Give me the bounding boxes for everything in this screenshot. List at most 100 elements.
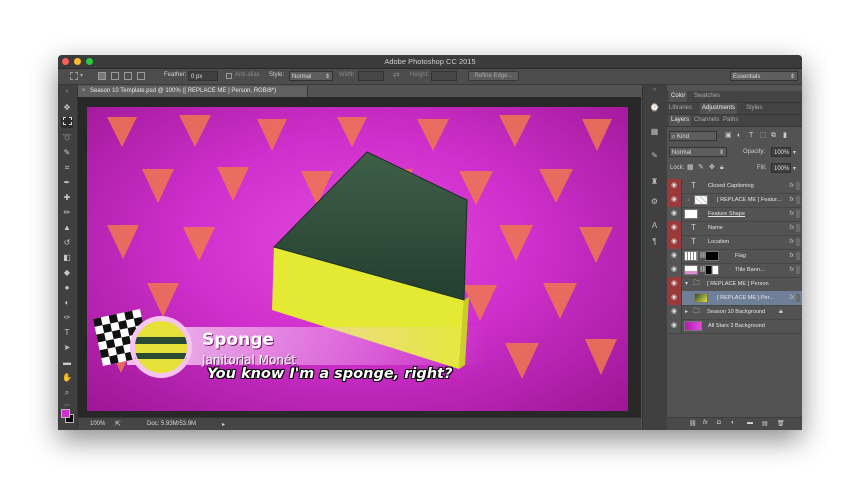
visibility-eye-icon[interactable]: ◉ (667, 291, 682, 305)
crop-tool-icon[interactable]: ⌗ (61, 162, 73, 173)
layer-name[interactable]: Closed Captioning (708, 179, 754, 193)
visibility-eye-icon[interactable]: ◉ (667, 249, 682, 263)
new-adjustment-layer-icon[interactable]: ◐ (731, 420, 735, 426)
lock-position-icon[interactable]: ✥ (709, 161, 715, 175)
chevron-down-icon[interactable]: ▾ (685, 277, 688, 291)
width-input[interactable] (358, 71, 384, 81)
paint-bucket-tool-icon[interactable]: ◆ (61, 267, 73, 278)
canvas[interactable]: Sponge Janitorial Monét You know I'm a s… (87, 107, 628, 411)
layer-group-row[interactable]: ◉ ▸ 🗀︎ Season 10 Background 🔒︎ (667, 305, 802, 320)
history-panel-icon[interactable]: ⌚ (648, 103, 661, 114)
height-input[interactable] (431, 71, 457, 81)
marquee-tool-preset-icon[interactable] (70, 72, 78, 80)
tool-presets-icon[interactable]: ⚙ (648, 197, 661, 208)
add-layer-style-icon[interactable]: fx (703, 420, 708, 426)
new-layer-icon[interactable]: ▤ (762, 420, 768, 427)
chevron-down-icon[interactable]: ▾ (793, 165, 796, 172)
share-icon[interactable]: ⇱ (115, 420, 121, 428)
expand-effects-icon[interactable] (796, 182, 800, 190)
tab-adjustments[interactable]: Adjustments (700, 103, 738, 114)
pixel-filter-icon[interactable]: ▣ (725, 129, 732, 143)
smart-object-filter-icon[interactable]: ⧉ (771, 129, 776, 143)
dodge-tool-icon[interactable]: ◐ (61, 297, 73, 308)
expand-effects-icon[interactable] (796, 252, 800, 260)
brush-panel-icon[interactable]: ✎ (648, 151, 661, 162)
new-selection-icon[interactable] (98, 72, 106, 80)
clone-stamp-tool-icon[interactable]: ▲ (61, 222, 73, 233)
expand-effects-icon[interactable] (796, 210, 800, 218)
delete-layer-icon[interactable]: 🗑︎ (777, 420, 785, 427)
visibility-eye-icon[interactable]: ◉ (667, 207, 682, 221)
shape-tool-icon[interactable]: ▬ (61, 357, 73, 368)
tab-paths[interactable]: Paths (723, 117, 738, 123)
expand-effects-icon[interactable] (796, 294, 800, 302)
intersect-selection-icon[interactable] (137, 72, 145, 80)
antialias-checkbox[interactable] (226, 73, 232, 79)
lasso-tool-icon[interactable]: ➰ (61, 132, 73, 143)
collapse-arrows-icon[interactable]: « (648, 87, 661, 98)
adjustment-filter-icon[interactable]: ◐ (737, 129, 741, 143)
blur-tool-icon[interactable]: ● (61, 282, 73, 293)
workspace-select[interactable]: Essentials ⇕ (730, 71, 798, 81)
link-layers-icon[interactable]: ⛓ (689, 420, 697, 427)
layer-effects-icon[interactable]: fx (789, 207, 794, 221)
document-area[interactable]: Sponge Janitorial Monét You know I'm a s… (78, 97, 641, 417)
healing-brush-tool-icon[interactable]: ✚ (61, 192, 73, 203)
visibility-eye-icon[interactable]: ◉ (667, 319, 682, 333)
layer-row[interactable]: ◉ All Stars 3 Background (667, 319, 802, 334)
paragraph-panel-icon[interactable]: ¶ (648, 237, 661, 248)
close-icon[interactable]: × (82, 86, 86, 97)
layer-name[interactable]: [ REPLACE ME ] Person (707, 277, 769, 291)
layer-name[interactable]: Location (708, 235, 729, 249)
layer-name[interactable]: Feature Shape (708, 207, 745, 221)
document-tab[interactable]: × Season 10 Template.psd @ 100% ([ REPLA… (78, 86, 308, 97)
feather-input[interactable]: 0 px (188, 71, 218, 81)
status-menu-arrow-icon[interactable]: ▸ (222, 421, 225, 428)
properties-panel-icon[interactable]: ▦ (648, 127, 661, 138)
brush-tool-icon[interactable]: ✏ (61, 207, 73, 218)
clone-source-icon[interactable]: ♜ (648, 177, 661, 188)
expand-effects-icon[interactable] (796, 266, 800, 274)
visibility-eye-icon[interactable]: ◉ (667, 305, 682, 319)
foreground-color-swatch[interactable] (61, 409, 70, 418)
layer-effects-icon[interactable]: fx (789, 193, 794, 207)
layer-effects-icon[interactable]: fx (789, 249, 794, 263)
layer-name[interactable]: Season 10 Background (707, 305, 765, 319)
layer-row[interactable]: ◉ ⛓ Flag fx (667, 249, 802, 264)
layer-row[interactable]: ◉ T Closed Captioning fx (667, 179, 802, 194)
pen-tool-icon[interactable]: ✑ (61, 312, 73, 323)
move-tool-icon[interactable]: ✥ (61, 102, 73, 113)
lock-image-icon[interactable]: ✎ (698, 161, 704, 175)
tab-layers[interactable]: Layers (669, 115, 692, 126)
tab-libraries[interactable]: Libraries (669, 105, 692, 111)
chevron-down-icon[interactable]: ▾ (793, 149, 796, 156)
tab-styles[interactable]: Styles (746, 105, 762, 111)
swap-icon[interactable]: ⇄ (393, 70, 400, 79)
layer-name[interactable]: Title Bann... (735, 263, 765, 277)
layer-group-row[interactable]: ◉ ▾ 🗀︎ [ REPLACE ME ] Person (667, 277, 802, 292)
opacity-input[interactable]: 100% (771, 147, 791, 157)
lock-transparent-icon[interactable]: ▦ (687, 161, 694, 175)
expand-effects-icon[interactable] (796, 196, 800, 204)
visibility-eye-icon[interactable]: ◉ (667, 179, 682, 193)
layer-effects-icon[interactable]: fx (789, 235, 794, 249)
layer-name[interactable]: All Stars 3 Background (708, 319, 765, 333)
eyedropper-tool-icon[interactable]: ✒ (61, 177, 73, 188)
refine-edge-button[interactable]: Refine Edge... (468, 71, 519, 81)
visibility-eye-icon[interactable]: ◉ (667, 221, 682, 235)
shape-filter-icon[interactable]: ⬚ (760, 129, 767, 143)
zoom-tool-icon[interactable]: ⌕ (61, 387, 73, 398)
history-brush-tool-icon[interactable]: ↺ (61, 237, 73, 248)
chevron-right-icon[interactable]: ▸ (685, 305, 688, 319)
lock-all-icon[interactable]: 🔒︎ (720, 161, 724, 175)
layer-name[interactable]: [ REPLACE ME ] Featur... (717, 193, 781, 207)
filter-toggle-icon[interactable]: ▮ (783, 129, 787, 143)
expand-effects-icon[interactable] (796, 224, 800, 232)
character-panel-icon[interactable]: A (648, 221, 661, 232)
zoom-level[interactable]: 100% (90, 421, 105, 427)
tab-color[interactable]: Color (669, 91, 688, 102)
layer-row[interactable]: ◉ T Location fx (667, 235, 802, 250)
layer-row[interactable]: ◉ T Name fx (667, 221, 802, 236)
layer-row[interactable]: ◉ Feature Shape fx (667, 207, 802, 222)
kind-filter-select[interactable]: ⌕ Kind (669, 131, 717, 141)
